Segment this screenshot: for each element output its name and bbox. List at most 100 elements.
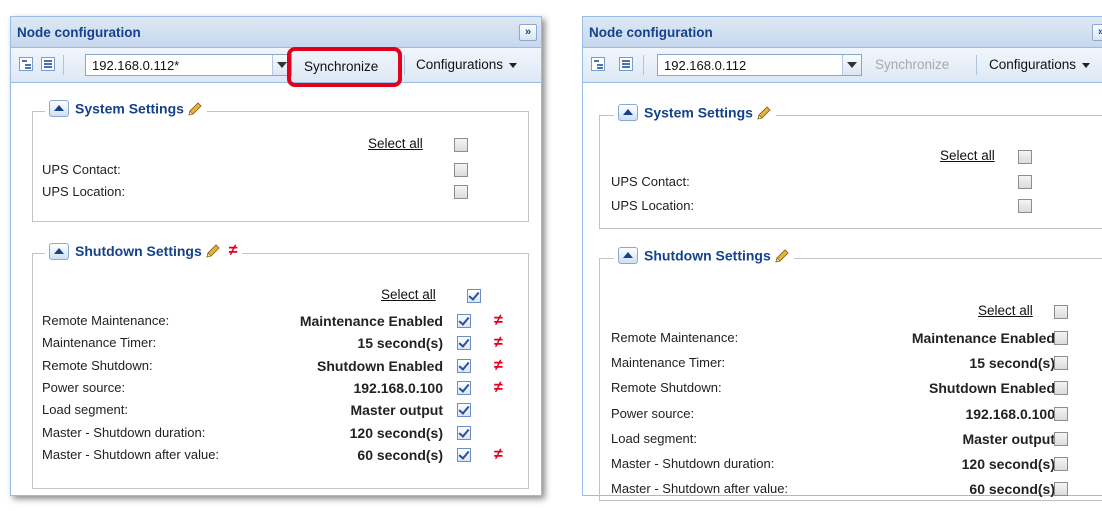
setting-value: 192.168.0.100 [353, 379, 443, 396]
setting-checkbox[interactable] [1054, 482, 1068, 497]
select-all-checkbox[interactable] [467, 289, 481, 303]
setting-label: Master - Shutdown duration: [611, 456, 775, 471]
setting-label: UPS Location: [42, 184, 126, 199]
select-all-link[interactable]: Select all [368, 136, 423, 151]
edit-pencil-icon[interactable] [756, 105, 772, 121]
setting-row: Remote Maintenance: Maintenance Enabled ≠ [42, 311, 522, 333]
setting-label: Maintenance Timer: [611, 355, 726, 371]
select-all-link[interactable]: Select all [381, 287, 436, 302]
setting-checkbox[interactable] [1018, 175, 1032, 189]
setting-checkbox[interactable] [1054, 406, 1068, 421]
setting-checkbox[interactable] [457, 380, 471, 395]
section-title: System Settings [75, 100, 184, 117]
setting-row: Remote Shutdown: Shutdown Enabled [611, 378, 1091, 400]
setting-checkbox[interactable] [457, 358, 471, 373]
setting-checkbox[interactable] [454, 163, 468, 177]
setting-value: Master output [962, 430, 1055, 447]
section-legend: System Settings [45, 100, 207, 122]
section-title: Shutdown Settings [644, 247, 771, 264]
setting-label: Maintenance Timer: [42, 335, 157, 351]
setting-value: 15 second(s) [357, 335, 443, 352]
configurations-menu-button[interactable]: Configurations [416, 57, 518, 72]
setting-value: 60 second(s) [357, 446, 443, 463]
not-equal-icon: ≠ [228, 242, 238, 259]
synchronize-button[interactable]: Synchronize [875, 57, 949, 72]
setting-row: UPS Contact: [42, 160, 512, 182]
setting-label: Remote Maintenance: [42, 313, 170, 328]
node-ip-value: 192.168.0.112 [664, 58, 747, 73]
collapse-section-icon[interactable] [618, 247, 638, 265]
setting-row: UPS Contact: [611, 172, 1081, 194]
section-legend: System Settings [614, 104, 776, 126]
setting-row: UPS Location: [611, 196, 1081, 218]
section-legend: Shutdown Settings [614, 247, 794, 269]
setting-checkbox[interactable] [457, 314, 471, 328]
node-ip-value: 192.168.0.112* [92, 58, 180, 73]
collapse-section-icon[interactable] [618, 104, 638, 122]
select-all-checkbox[interactable] [454, 138, 468, 152]
setting-checkbox[interactable] [1054, 431, 1068, 446]
collapse-section-icon[interactable] [49, 100, 69, 118]
tree-view-icon[interactable] [591, 57, 605, 71]
node-configuration-panel-right: Node configuration » 192.168.0.112 Synch… [582, 16, 1102, 501]
node-ip-combo[interactable]: 192.168.0.112* [85, 54, 292, 76]
setting-checkbox[interactable] [457, 447, 471, 462]
section-title: Shutdown Settings [75, 243, 202, 259]
system-settings-section: System Settings Select all UPS Contact: … [32, 100, 529, 222]
setting-row: Power source: 192.168.0.100 [611, 404, 1091, 426]
caret-down-icon [1082, 62, 1091, 68]
edit-pencil-icon[interactable] [187, 101, 203, 117]
list-view-icon[interactable] [619, 57, 633, 71]
setting-label: Remote Shutdown: [42, 357, 153, 373]
setting-checkbox[interactable] [1054, 381, 1068, 396]
setting-checkbox[interactable] [1018, 199, 1032, 213]
setting-label: UPS Location: [611, 198, 695, 213]
setting-label: UPS Contact: [611, 174, 690, 189]
edit-pencil-icon[interactable] [205, 243, 221, 259]
setting-row: Master - Shutdown after value: 60 second(… [42, 445, 522, 467]
section-legend: Shutdown Settings ≠ [45, 242, 242, 264]
setting-row: UPS Location: [42, 182, 512, 204]
setting-label: Master - Shutdown duration: [42, 424, 206, 440]
setting-value: 60 second(s) [969, 481, 1055, 498]
setting-checkbox[interactable] [457, 336, 471, 351]
setting-checkbox[interactable] [1054, 457, 1068, 471]
toolbar: 192.168.0.112* Synchronize Configuration… [11, 47, 541, 87]
system-settings-section: System Settings Select all UPS Contact: … [599, 104, 1102, 229]
setting-checkbox[interactable] [457, 403, 471, 418]
tree-view-icon[interactable] [19, 57, 33, 71]
setting-checkbox[interactable] [457, 425, 471, 440]
caret-down-icon [509, 62, 518, 68]
collapse-section-icon[interactable] [49, 242, 69, 260]
setting-row: Load segment: Master output [42, 400, 522, 422]
setting-checkbox[interactable] [454, 185, 468, 199]
chevron-down-icon[interactable] [842, 55, 861, 75]
setting-row: Power source: 192.168.0.100 ≠ [42, 378, 522, 400]
synchronize-button[interactable]: Synchronize [304, 59, 378, 74]
list-view-icon[interactable] [41, 57, 55, 71]
select-all-checkbox[interactable] [1054, 305, 1068, 319]
setting-checkbox[interactable] [1054, 331, 1068, 345]
setting-row: Maintenance Timer: 15 second(s) [611, 353, 1091, 375]
collapse-button[interactable]: » [519, 24, 537, 41]
select-all-link[interactable]: Select all [940, 148, 995, 163]
setting-label: Remote Maintenance: [611, 330, 739, 345]
node-ip-combo[interactable]: 192.168.0.112 [657, 54, 862, 76]
select-all-link[interactable]: Select all [978, 303, 1033, 318]
panel-title: Node configuration [589, 25, 713, 40]
shutdown-settings-section: Shutdown Settings Select all Remote Main… [599, 247, 1102, 501]
collapse-button[interactable]: » [1092, 24, 1102, 41]
select-all-checkbox[interactable] [1018, 150, 1032, 164]
configurations-menu-button[interactable]: Configurations [989, 57, 1091, 72]
setting-checkbox[interactable] [1054, 356, 1068, 371]
panel-header: Node configuration » [11, 17, 541, 48]
setting-label: Load segment: [42, 402, 129, 418]
setting-label: Remote Shutdown: [611, 380, 722, 396]
panel-header: Node configuration » [583, 17, 1102, 48]
setting-value: 120 second(s) [349, 424, 443, 441]
setting-row: Master - Shutdown duration: 120 second(s) [42, 423, 522, 445]
setting-value: Shutdown Enabled [929, 380, 1055, 397]
edit-pencil-icon[interactable] [774, 248, 790, 264]
setting-label: Load segment: [611, 430, 698, 446]
setting-value: 15 second(s) [969, 355, 1055, 372]
